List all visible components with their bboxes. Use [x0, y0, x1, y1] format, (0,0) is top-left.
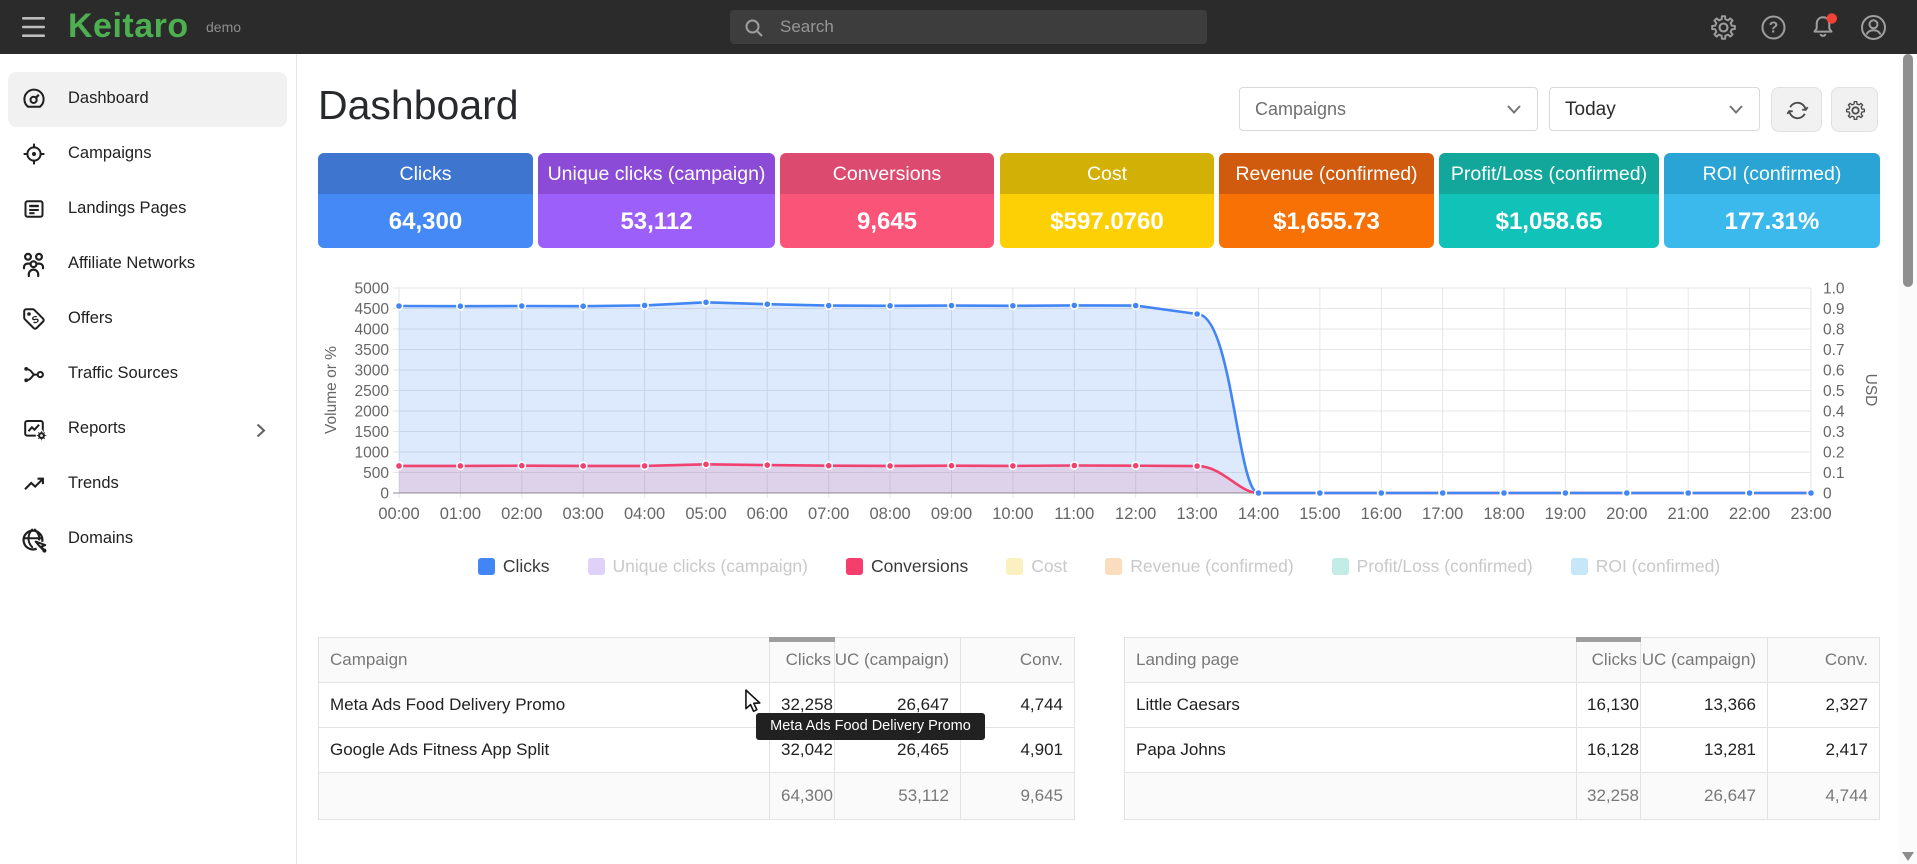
- svg-text:500: 500: [363, 465, 389, 482]
- svg-text:23:00: 23:00: [1790, 505, 1831, 523]
- svg-text:18:00: 18:00: [1483, 505, 1524, 523]
- svg-text:20:00: 20:00: [1606, 505, 1647, 523]
- svg-text:2500: 2500: [355, 383, 390, 400]
- svg-text:3000: 3000: [355, 363, 390, 380]
- svg-text:5000: 5000: [355, 281, 390, 298]
- svg-text:06:00: 06:00: [747, 505, 788, 523]
- svg-text:17:00: 17:00: [1422, 505, 1463, 523]
- svg-text:0.9: 0.9: [1823, 301, 1845, 318]
- svg-text:00:00: 00:00: [378, 505, 419, 523]
- svg-text:1.0: 1.0: [1823, 281, 1845, 298]
- svg-text:21:00: 21:00: [1668, 505, 1709, 523]
- svg-text:4000: 4000: [355, 322, 390, 339]
- svg-text:11:00: 11:00: [1054, 505, 1094, 523]
- svg-text:22:00: 22:00: [1729, 505, 1770, 523]
- svg-text:?: ?: [1769, 20, 1778, 37]
- svg-text:1000: 1000: [355, 445, 390, 462]
- svg-text:USD: USD: [1862, 374, 1879, 407]
- svg-text:Volume or %: Volume or %: [323, 346, 340, 434]
- svg-text:07:00: 07:00: [808, 505, 849, 523]
- svg-text:0.5: 0.5: [1823, 383, 1845, 400]
- svg-text:4500: 4500: [355, 301, 390, 318]
- svg-text:13:00: 13:00: [1176, 505, 1217, 523]
- svg-text:3500: 3500: [355, 342, 390, 359]
- svg-text:02:00: 02:00: [501, 505, 542, 523]
- svg-text:0: 0: [380, 486, 389, 503]
- svg-text:15:00: 15:00: [1299, 505, 1340, 523]
- svg-text:10:00: 10:00: [992, 505, 1033, 523]
- svg-text:1500: 1500: [355, 424, 390, 441]
- svg-text:0.3: 0.3: [1823, 424, 1845, 441]
- svg-text:0.2: 0.2: [1823, 445, 1845, 462]
- svg-text:05:00: 05:00: [685, 505, 726, 523]
- svg-text:0: 0: [1823, 486, 1832, 503]
- svg-text:0.6: 0.6: [1823, 363, 1845, 380]
- svg-text:16:00: 16:00: [1361, 505, 1402, 523]
- svg-text:0.7: 0.7: [1823, 342, 1845, 359]
- svg-text:04:00: 04:00: [624, 505, 665, 523]
- svg-text:08:00: 08:00: [869, 505, 910, 523]
- svg-text:03:00: 03:00: [563, 505, 604, 523]
- svg-text:2000: 2000: [355, 404, 390, 421]
- svg-text:14:00: 14:00: [1238, 505, 1279, 523]
- svg-text:0.1: 0.1: [1823, 465, 1845, 482]
- svg-text:12:00: 12:00: [1115, 505, 1156, 523]
- svg-text:0.4: 0.4: [1823, 404, 1845, 421]
- svg-text:19:00: 19:00: [1545, 505, 1586, 523]
- svg-text:09:00: 09:00: [931, 505, 972, 523]
- svg-text:01:00: 01:00: [440, 505, 481, 523]
- svg-text:0.8: 0.8: [1823, 322, 1845, 339]
